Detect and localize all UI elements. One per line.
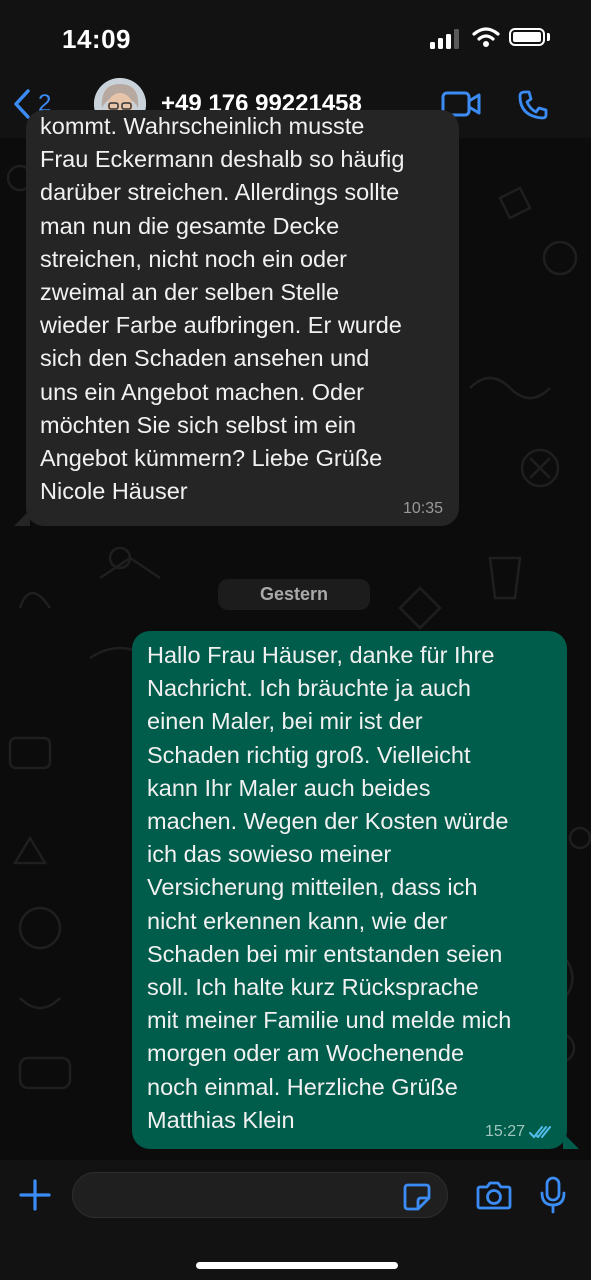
camera-icon[interactable] [476,1180,512,1210]
outgoing-message-meta: 15:27 [485,1123,555,1141]
wifi-icon [472,27,500,47]
incoming-message-text: kommt. Wahrscheinlich musste Frau Eckerm… [40,113,405,505]
phone-icon[interactable] [517,89,549,121]
incoming-message[interactable]: kommt. Wahrscheinlich musste Frau Eckerm… [14,110,459,526]
double-check-icon [529,1126,551,1139]
outgoing-message-time: 15:27 [484,1123,525,1140]
sticker-icon[interactable] [402,1182,432,1212]
incoming-message-time: 10:35 [402,500,443,517]
status-time: 14:09 [62,24,131,54]
cellular-signal-icon [430,29,459,49]
battery-icon [509,28,545,46]
plus-icon[interactable] [18,1178,52,1212]
home-indicator [196,1262,398,1269]
chevron-left-icon [14,89,30,119]
outgoing-message[interactable]: Hallo Frau Häuser, danke für Ihre Nachri… [132,631,579,1149]
date-separator: Gestern [218,579,370,610]
outgoing-message-text: Hallo Frau Häuser, danke für Ihre Nachri… [147,642,512,1133]
status-bar: 14:09 [0,0,591,78]
microphone-icon[interactable] [540,1176,566,1214]
message-input[interactable] [72,1172,448,1218]
